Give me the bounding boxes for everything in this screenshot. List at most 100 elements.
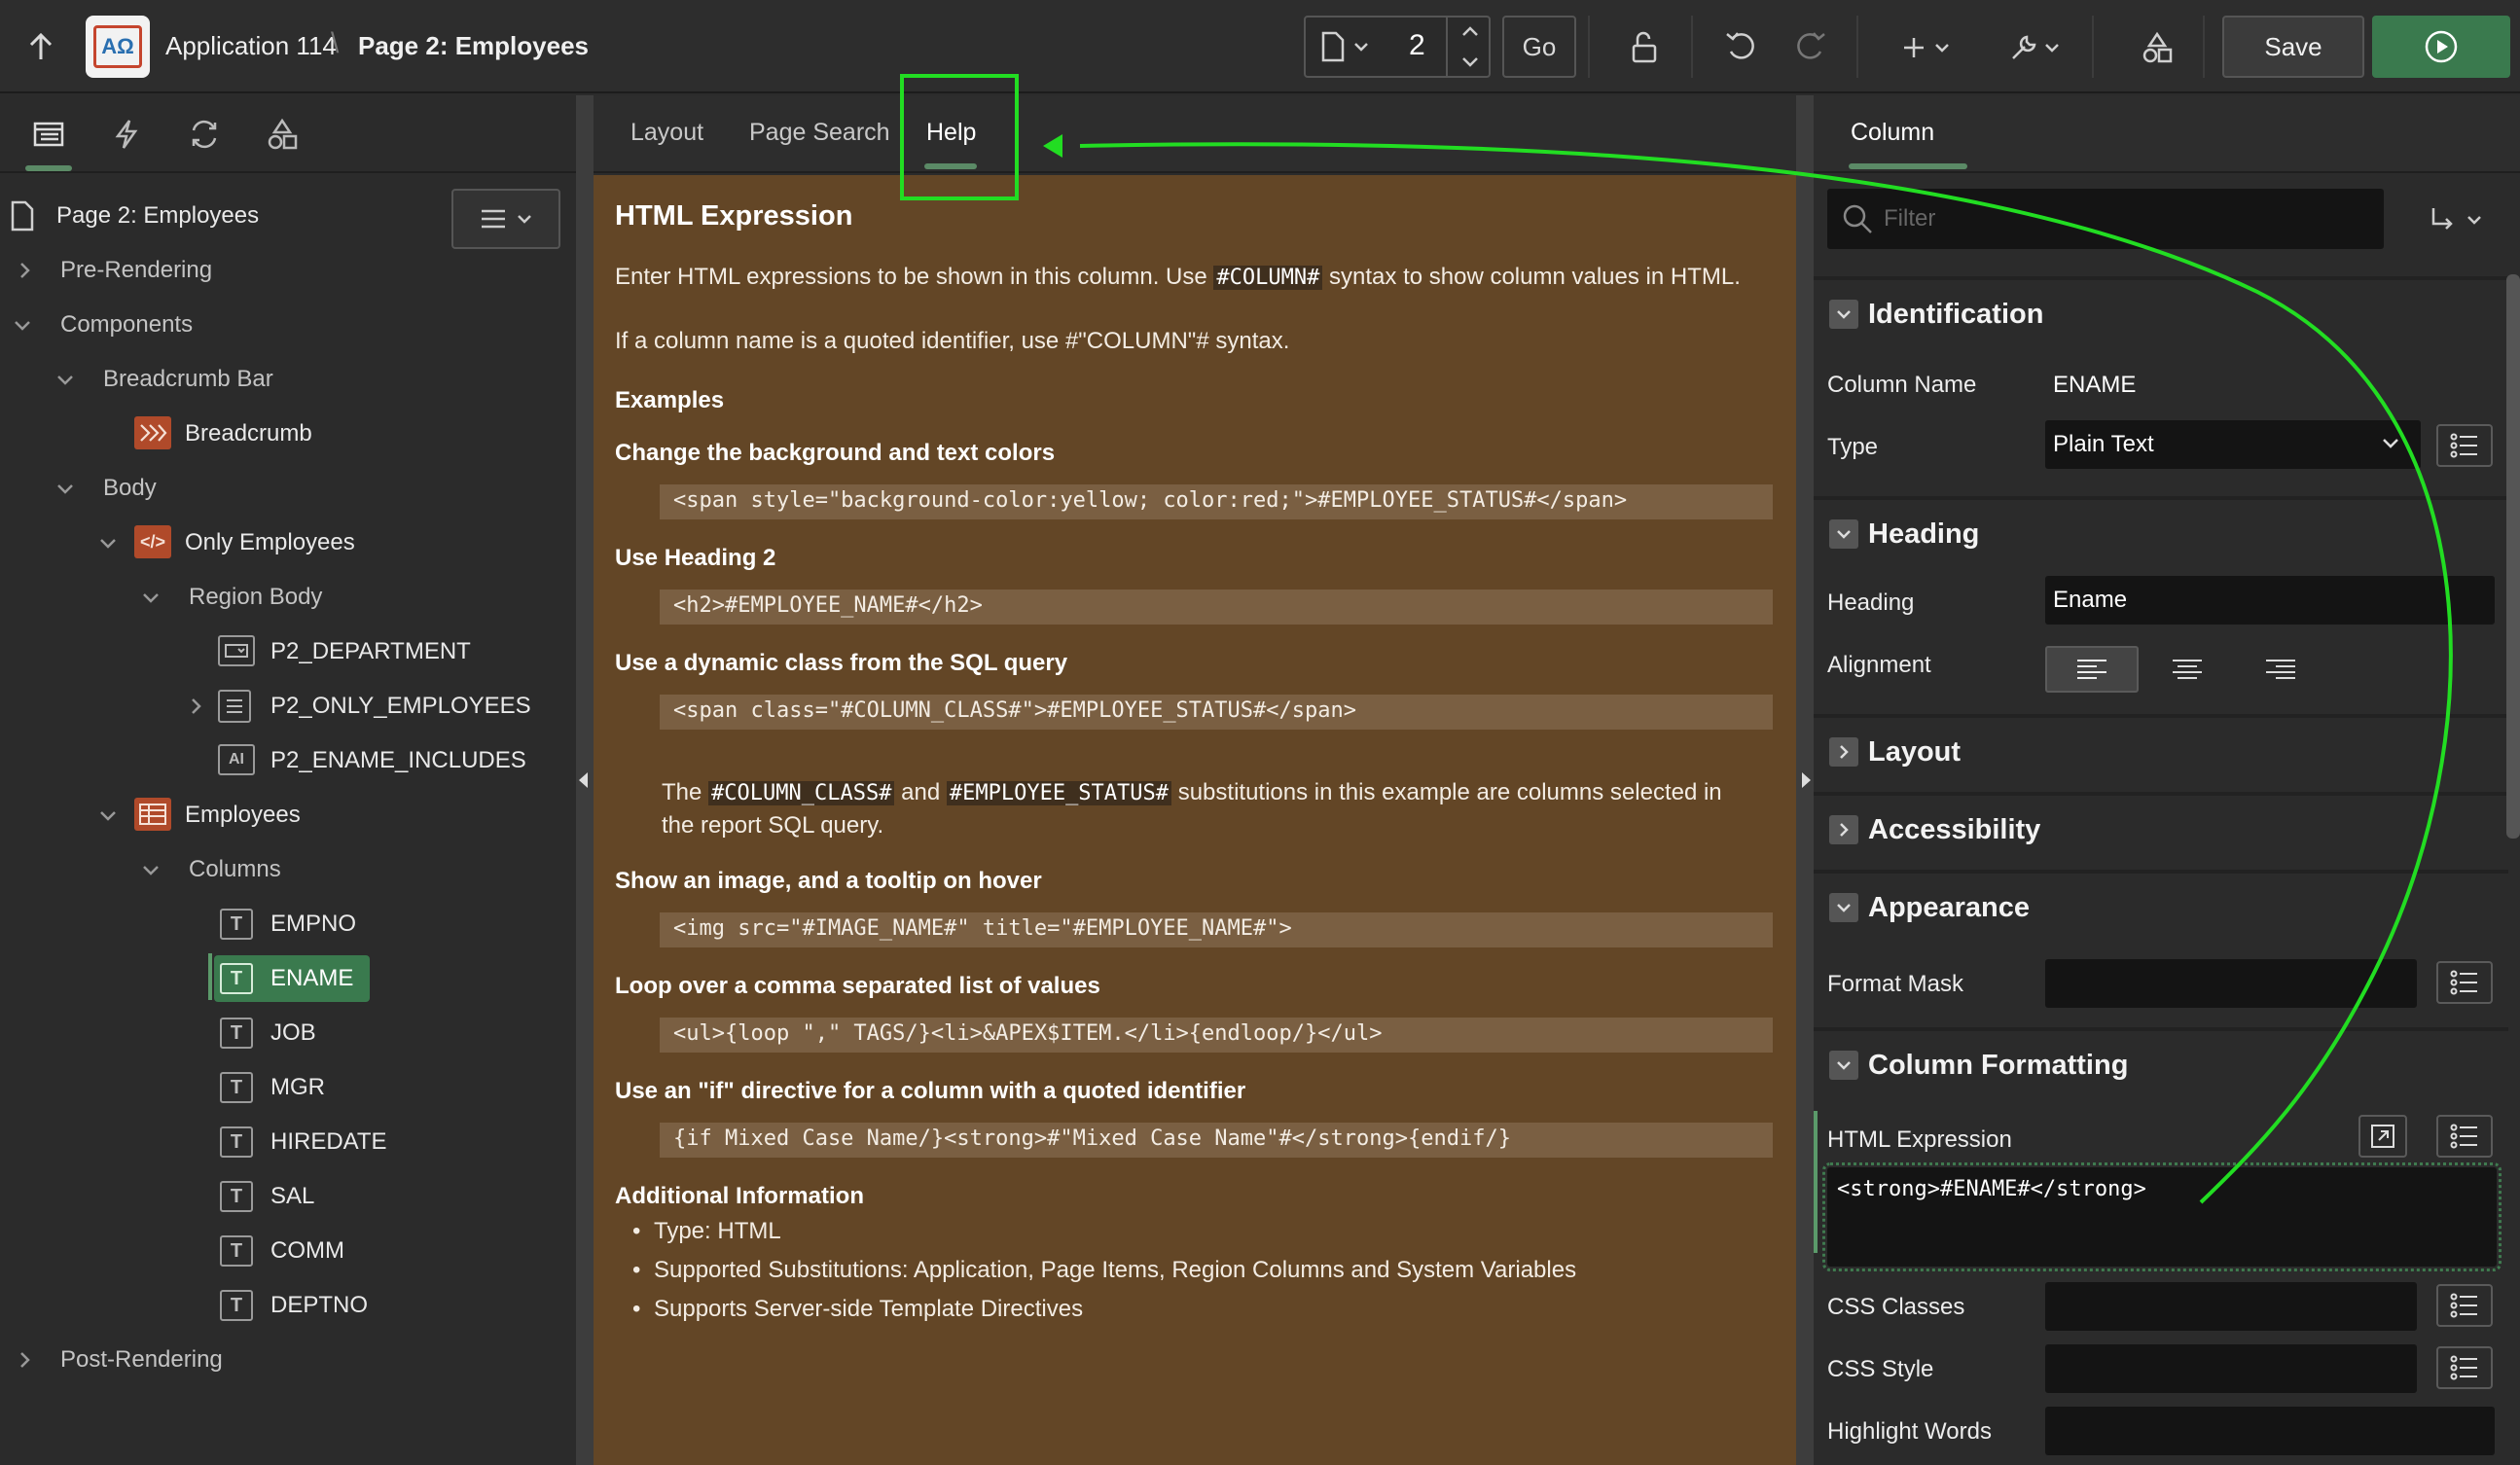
right-splitter[interactable]: [1796, 95, 1814, 1465]
tree-node-column[interactable]: T MGR: [0, 1062, 576, 1113]
tree-label: P2_DEPARTMENT: [270, 638, 471, 664]
tree-menu-button[interactable]: [451, 189, 560, 249]
tree-label: Breadcrumb Bar: [103, 366, 273, 392]
page-number-input[interactable]: 2: [1409, 29, 1425, 62]
collapse-icon: [1829, 519, 1858, 549]
example-title: Use Heading 2: [615, 545, 776, 571]
section-heading[interactable]: Heading: [1814, 496, 2508, 568]
save-button[interactable]: Save: [2222, 16, 2364, 78]
checkbox-item-icon: [218, 690, 251, 723]
tab-dynamic-actions[interactable]: [101, 111, 152, 158]
section-appearance[interactable]: Appearance: [1814, 870, 2508, 942]
tree-label: Region Body: [189, 584, 323, 610]
filter-input[interactable]: Filter: [1827, 189, 2384, 249]
tree-node-columns[interactable]: Columns: [0, 844, 576, 895]
tree-node-breadcrumb-bar[interactable]: Breadcrumb Bar: [0, 354, 576, 405]
go-button[interactable]: Go: [1502, 16, 1576, 78]
text-column-icon: T: [220, 1290, 253, 1321]
tree-node-column[interactable]: T COMM: [0, 1226, 576, 1276]
lock-icon[interactable]: [1619, 23, 1668, 72]
tab-layout[interactable]: Layout: [630, 119, 703, 147]
tab-page-search[interactable]: Page Search: [749, 119, 890, 147]
shared-components-icon[interactable]: [2133, 23, 2181, 72]
tree-node-breadcrumb[interactable]: Breadcrumb: [0, 409, 576, 459]
align-center-button[interactable]: [2141, 646, 2234, 693]
type-list-button[interactable]: [2436, 424, 2493, 467]
tab-column[interactable]: Column: [1851, 119, 1934, 147]
tree-node-post-rendering[interactable]: Post-Rendering: [0, 1335, 576, 1385]
active-tab-underline: [924, 163, 977, 169]
tree-label: P2_ONLY_EMPLOYEES: [270, 693, 531, 719]
css-classes-input[interactable]: [2045, 1282, 2417, 1331]
css-style-list-button[interactable]: [2436, 1346, 2493, 1389]
tree-node-p2-department[interactable]: P2_DEPARTMENT: [0, 626, 576, 677]
create-menu-button[interactable]: [1893, 23, 1958, 72]
tree-label: EMPNO: [270, 911, 357, 937]
page-stepper[interactable]: [1446, 18, 1491, 76]
type-select[interactable]: Plain Text: [2045, 420, 2421, 469]
redo-icon[interactable]: [1786, 23, 1835, 72]
heading-input[interactable]: Ename: [2045, 576, 2495, 625]
html-expression-list-button[interactable]: [2436, 1115, 2493, 1158]
css-classes-list-button[interactable]: [2436, 1284, 2493, 1327]
tree-node-column[interactable]: T HIREDATE: [0, 1117, 576, 1167]
section-layout[interactable]: Layout: [1814, 714, 2508, 786]
info-bullet: Supports Server-side Template Directives: [632, 1296, 1083, 1323]
tree-node-column[interactable]: T JOB: [0, 1008, 576, 1058]
up-arrow-icon[interactable]: [21, 27, 60, 66]
highlight-words-input[interactable]: [2045, 1407, 2495, 1455]
html-expression-textarea[interactable]: <strong>#ENAME#</strong>: [1822, 1162, 2502, 1271]
section-column-formatting[interactable]: Column Formatting: [1814, 1027, 2508, 1099]
shared-components-icon: [266, 118, 299, 151]
collapse-left-icon[interactable]: [579, 772, 588, 788]
text-column-icon: T: [220, 1235, 253, 1267]
tab-help[interactable]: Help: [926, 119, 976, 147]
undo-icon[interactable]: [1716, 23, 1765, 72]
tree-node-employees[interactable]: Employees: [0, 790, 576, 840]
utilities-menu-button[interactable]: [2002, 23, 2067, 72]
tree-label: Employees: [185, 802, 301, 828]
format-mask-input[interactable]: [2045, 959, 2417, 1008]
tree-node-components[interactable]: Components: [0, 300, 576, 350]
goto-arrow-icon: [2430, 206, 2461, 233]
app-title[interactable]: Application 114: [165, 31, 337, 61]
expand-icon: [1829, 737, 1858, 767]
tree-node-region-body[interactable]: Region Body: [0, 572, 576, 623]
go-to-group-button[interactable]: [2417, 198, 2495, 241]
code-chip: #COLUMN_CLASS#: [708, 781, 895, 805]
tree-root-page[interactable]: Page 2: Employees: [0, 191, 428, 241]
tab-rendering[interactable]: [23, 111, 74, 171]
section-title: Accessibility: [1868, 813, 2041, 845]
tree-node-body[interactable]: Body: [0, 463, 576, 514]
format-mask-list-button[interactable]: [2436, 961, 2493, 1004]
property-scrollbar[interactable]: [2506, 274, 2520, 839]
property-tabs: Column: [1814, 95, 2520, 173]
collapse-right-icon[interactable]: [1802, 772, 1811, 788]
run-page-button[interactable]: [2372, 16, 2510, 78]
tree-node-p2-only-employees[interactable]: P2_ONLY_EMPLOYEES: [0, 681, 576, 732]
example-note-cont: the report SQL query.: [662, 812, 884, 839]
tree-node-column[interactable]: T DEPTNO: [0, 1280, 576, 1331]
expand-editor-button[interactable]: [2358, 1115, 2407, 1158]
tab-shared-components[interactable]: [257, 111, 307, 158]
tree-node-pre-rendering[interactable]: Pre-Rendering: [0, 245, 576, 296]
align-left-button[interactable]: [2045, 646, 2139, 693]
css-style-input[interactable]: [2045, 1344, 2417, 1393]
text-column-icon: T: [220, 1181, 253, 1212]
tree-node-p2-ename-includes[interactable]: AI P2_ENAME_INCLUDES: [0, 735, 576, 786]
section-accessibility[interactable]: Accessibility: [1814, 792, 2508, 864]
tab-processing[interactable]: [179, 111, 230, 158]
tree-node-column[interactable]: T SAL: [0, 1171, 576, 1222]
tree-node-only-employees[interactable]: </> Only Employees: [0, 518, 576, 568]
align-right-button[interactable]: [2234, 646, 2327, 693]
tree-node-column-selected[interactable]: T ENAME: [0, 953, 576, 1004]
section-identification[interactable]: Identification: [1814, 276, 2508, 348]
example-code: <span style="background-color:yellow; co…: [660, 484, 1773, 519]
page-type-menu-button[interactable]: [1308, 19, 1382, 74]
tree-node-column[interactable]: T EMPNO: [0, 899, 576, 949]
text-column-icon: T: [220, 1072, 253, 1103]
app-logo-icon[interactable]: AΩ: [86, 16, 150, 78]
help-title: HTML Expression: [615, 200, 853, 232]
example-title: Show an image, and a tooltip on hover: [615, 868, 1042, 894]
left-splitter[interactable]: [576, 95, 594, 1465]
